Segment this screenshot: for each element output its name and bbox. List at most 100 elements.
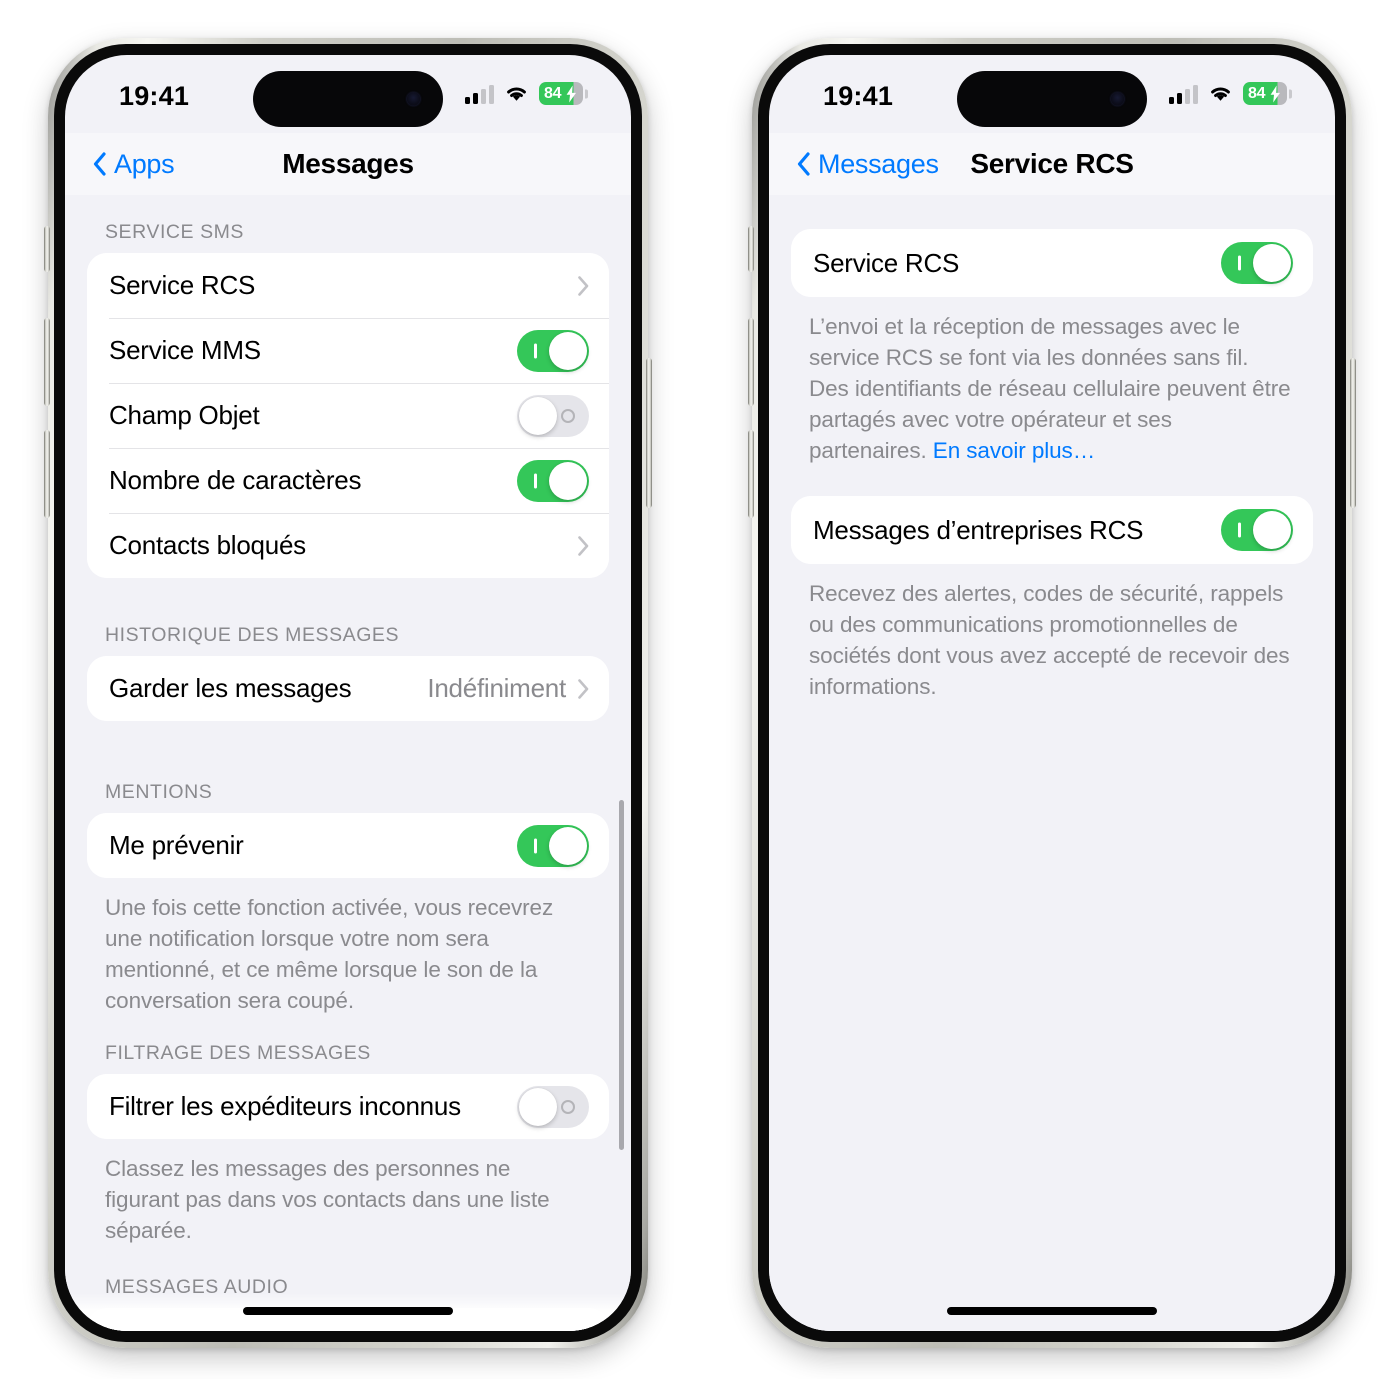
volume-up-button-right-phone[interactable] <box>748 318 754 406</box>
status-bar-time: 19:41 <box>119 81 190 111</box>
settings-group-historique: Garder les messages Indéfiniment <box>87 656 609 721</box>
row-garder-les-messages[interactable]: Garder les messages Indéfiniment <box>87 656 609 721</box>
volume-down-button-left-phone[interactable] <box>44 430 50 518</box>
dynamic-island <box>957 71 1147 127</box>
screen-right: 19:41 84 Messages Service RCS Service RC… <box>769 55 1335 1331</box>
footer-mentions: Une fois cette fonction activée, vous re… <box>105 895 554 1013</box>
toggle-messages-entreprises-rcs[interactable] <box>1221 509 1293 551</box>
row-label: Service MMS <box>109 335 261 365</box>
device-bezel-right: 19:41 84 Messages Service RCS Service RC… <box>758 44 1346 1342</box>
nav-bar-left: Apps Messages <box>65 133 631 195</box>
battery-percent-label: 84 <box>1248 84 1266 102</box>
volume-down-button-right-phone[interactable] <box>748 430 754 518</box>
settings-list-right: Service RCS L’envoi et la réception de m… <box>769 195 1335 702</box>
chevron-right-icon <box>578 1330 589 1331</box>
row-messages-entreprises-rcs[interactable]: Messages d’entreprises RCS <box>791 496 1313 564</box>
status-bar-left: 19:41 84 <box>65 55 631 133</box>
footer-service-rcs: L’envoi et la réception de messages avec… <box>791 297 1313 466</box>
device-bezel-left: 19:41 84 Apps Messages SERVICE SMS Servi… <box>54 44 642 1342</box>
dynamic-island <box>253 71 443 127</box>
back-button-label: Apps <box>114 148 175 179</box>
settings-list-left: SERVICE SMS Service RCS Service MMS Cham… <box>65 195 631 1331</box>
row-me-prevenir[interactable]: Me prévenir <box>87 813 609 878</box>
home-indicator-left[interactable] <box>243 1307 453 1315</box>
settings-group-service-rcs: Service RCS <box>791 229 1313 297</box>
back-button-apps[interactable]: Apps <box>93 148 175 180</box>
row-label: Garder les messages <box>109 673 352 703</box>
section-header-mentions: MENTIONS <box>105 781 213 803</box>
chevron-left-icon <box>93 152 106 176</box>
toggle-champ-objet[interactable] <box>517 394 589 437</box>
section-header-filtrage: FILTRAGE DES MESSAGES <box>105 1042 371 1064</box>
action-button-right-phone[interactable] <box>748 226 754 272</box>
back-button-messages[interactable]: Messages <box>797 149 939 180</box>
footer-messages-entreprises: Recevez des alertes, codes de sécurité, … <box>809 581 1290 699</box>
battery-percent-label: 84 <box>544 84 562 102</box>
settings-group-mentions: Me prévenir <box>87 813 609 878</box>
charging-bolt-icon <box>1270 85 1280 102</box>
row-label: Service RCS <box>109 270 256 300</box>
row-label: Expiration <box>109 1325 382 1331</box>
settings-group-filtrage: Filtrer les expéditeurs inconnus <box>87 1074 609 1139</box>
toggle-service-mms[interactable] <box>517 329 589 372</box>
section-header-messages-audio: MESSAGES AUDIO <box>105 1276 289 1298</box>
chevron-left-icon <box>797 152 810 176</box>
front-camera-icon <box>1111 92 1124 106</box>
volume-up-button-left-phone[interactable] <box>44 318 50 406</box>
row-value: Après 2 minutes <box>382 1325 566 1331</box>
row-label: Me prévenir <box>109 830 244 860</box>
nav-bar-right: Messages Service RCS <box>769 133 1335 195</box>
cellular-signal-icon <box>1169 84 1198 104</box>
row-label: Contacts bloqués <box>109 530 306 560</box>
row-service-mms[interactable]: Service MMS <box>87 318 609 383</box>
charging-bolt-icon <box>566 85 576 102</box>
row-service-rcs-toggle[interactable]: Service RCS <box>791 229 1313 297</box>
status-bar-time: 19:41 <box>823 81 894 111</box>
chevron-right-icon <box>578 535 589 556</box>
row-nombre-de-caracteres[interactable]: Nombre de caractères <box>87 448 609 513</box>
section-header-service-sms: SERVICE SMS <box>105 221 244 243</box>
row-contacts-bloques[interactable]: Contacts bloqués <box>87 513 609 578</box>
status-bar-indicators: 84 <box>465 82 583 105</box>
home-indicator-right[interactable] <box>947 1307 1157 1315</box>
power-button-right-phone[interactable] <box>1350 358 1356 508</box>
front-camera-icon <box>407 92 420 106</box>
toggle-filtrer-expediteurs-inconnus[interactable] <box>517 1085 589 1128</box>
settings-group-messages-entreprises: Messages d’entreprises RCS <box>791 496 1313 564</box>
chevron-right-icon <box>578 678 589 699</box>
battery-charging-icon: 84 <box>1243 82 1287 105</box>
iphone-device-left: 19:41 84 Apps Messages SERVICE SMS Servi… <box>44 38 652 1348</box>
settings-scroll-area-left[interactable]: SERVICE SMS Service RCS Service MMS Cham… <box>65 195 631 1331</box>
wifi-icon <box>1208 84 1233 103</box>
back-button-label: Messages <box>818 148 939 179</box>
toggle-nombre-de-caracteres[interactable] <box>517 459 589 502</box>
row-label: Messages d’entreprises RCS <box>813 514 1144 545</box>
row-value: Indéfiniment <box>427 673 566 703</box>
screenshot-stage: 19:41 84 Apps Messages SERVICE SMS Servi… <box>0 0 1400 1379</box>
en-savoir-plus-link[interactable]: En savoir plus… <box>933 438 1095 463</box>
settings-group-service-sms: Service RCS Service MMS Champ Objet Nomb… <box>87 253 609 578</box>
screen-left: 19:41 84 Apps Messages SERVICE SMS Servi… <box>65 55 631 1331</box>
action-button-left-phone[interactable] <box>44 226 50 272</box>
iphone-device-right: 19:41 84 Messages Service RCS Service RC… <box>748 38 1356 1348</box>
chevron-right-icon <box>578 275 589 296</box>
row-label: Service RCS <box>813 247 960 278</box>
status-bar-indicators: 84 <box>1169 82 1287 105</box>
wifi-icon <box>504 84 529 103</box>
toggle-service-rcs[interactable] <box>1221 242 1293 284</box>
section-header-historique: HISTORIQUE DES MESSAGES <box>105 624 400 646</box>
row-label: Nombre de caractères <box>109 465 362 495</box>
row-champ-objet[interactable]: Champ Objet <box>87 383 609 448</box>
battery-charging-icon: 84 <box>539 82 583 105</box>
row-label: Filtrer les expéditeurs inconnus <box>109 1091 461 1121</box>
footer-filtrage: Classez les messages des personnes ne fi… <box>105 1156 550 1243</box>
row-filtrer-expediteurs-inconnus[interactable]: Filtrer les expéditeurs inconnus <box>87 1074 609 1139</box>
power-button-left-phone[interactable] <box>646 358 652 508</box>
row-service-rcs[interactable]: Service RCS <box>87 253 609 318</box>
row-label: Champ Objet <box>109 400 260 430</box>
settings-scroll-area-right[interactable]: Service RCS L’envoi et la réception de m… <box>769 195 1335 1331</box>
toggle-me-prevenir[interactable] <box>517 824 589 867</box>
scroll-indicator-left[interactable] <box>619 800 624 1150</box>
cellular-signal-icon <box>465 84 494 104</box>
status-bar-right: 19:41 84 <box>769 55 1335 133</box>
